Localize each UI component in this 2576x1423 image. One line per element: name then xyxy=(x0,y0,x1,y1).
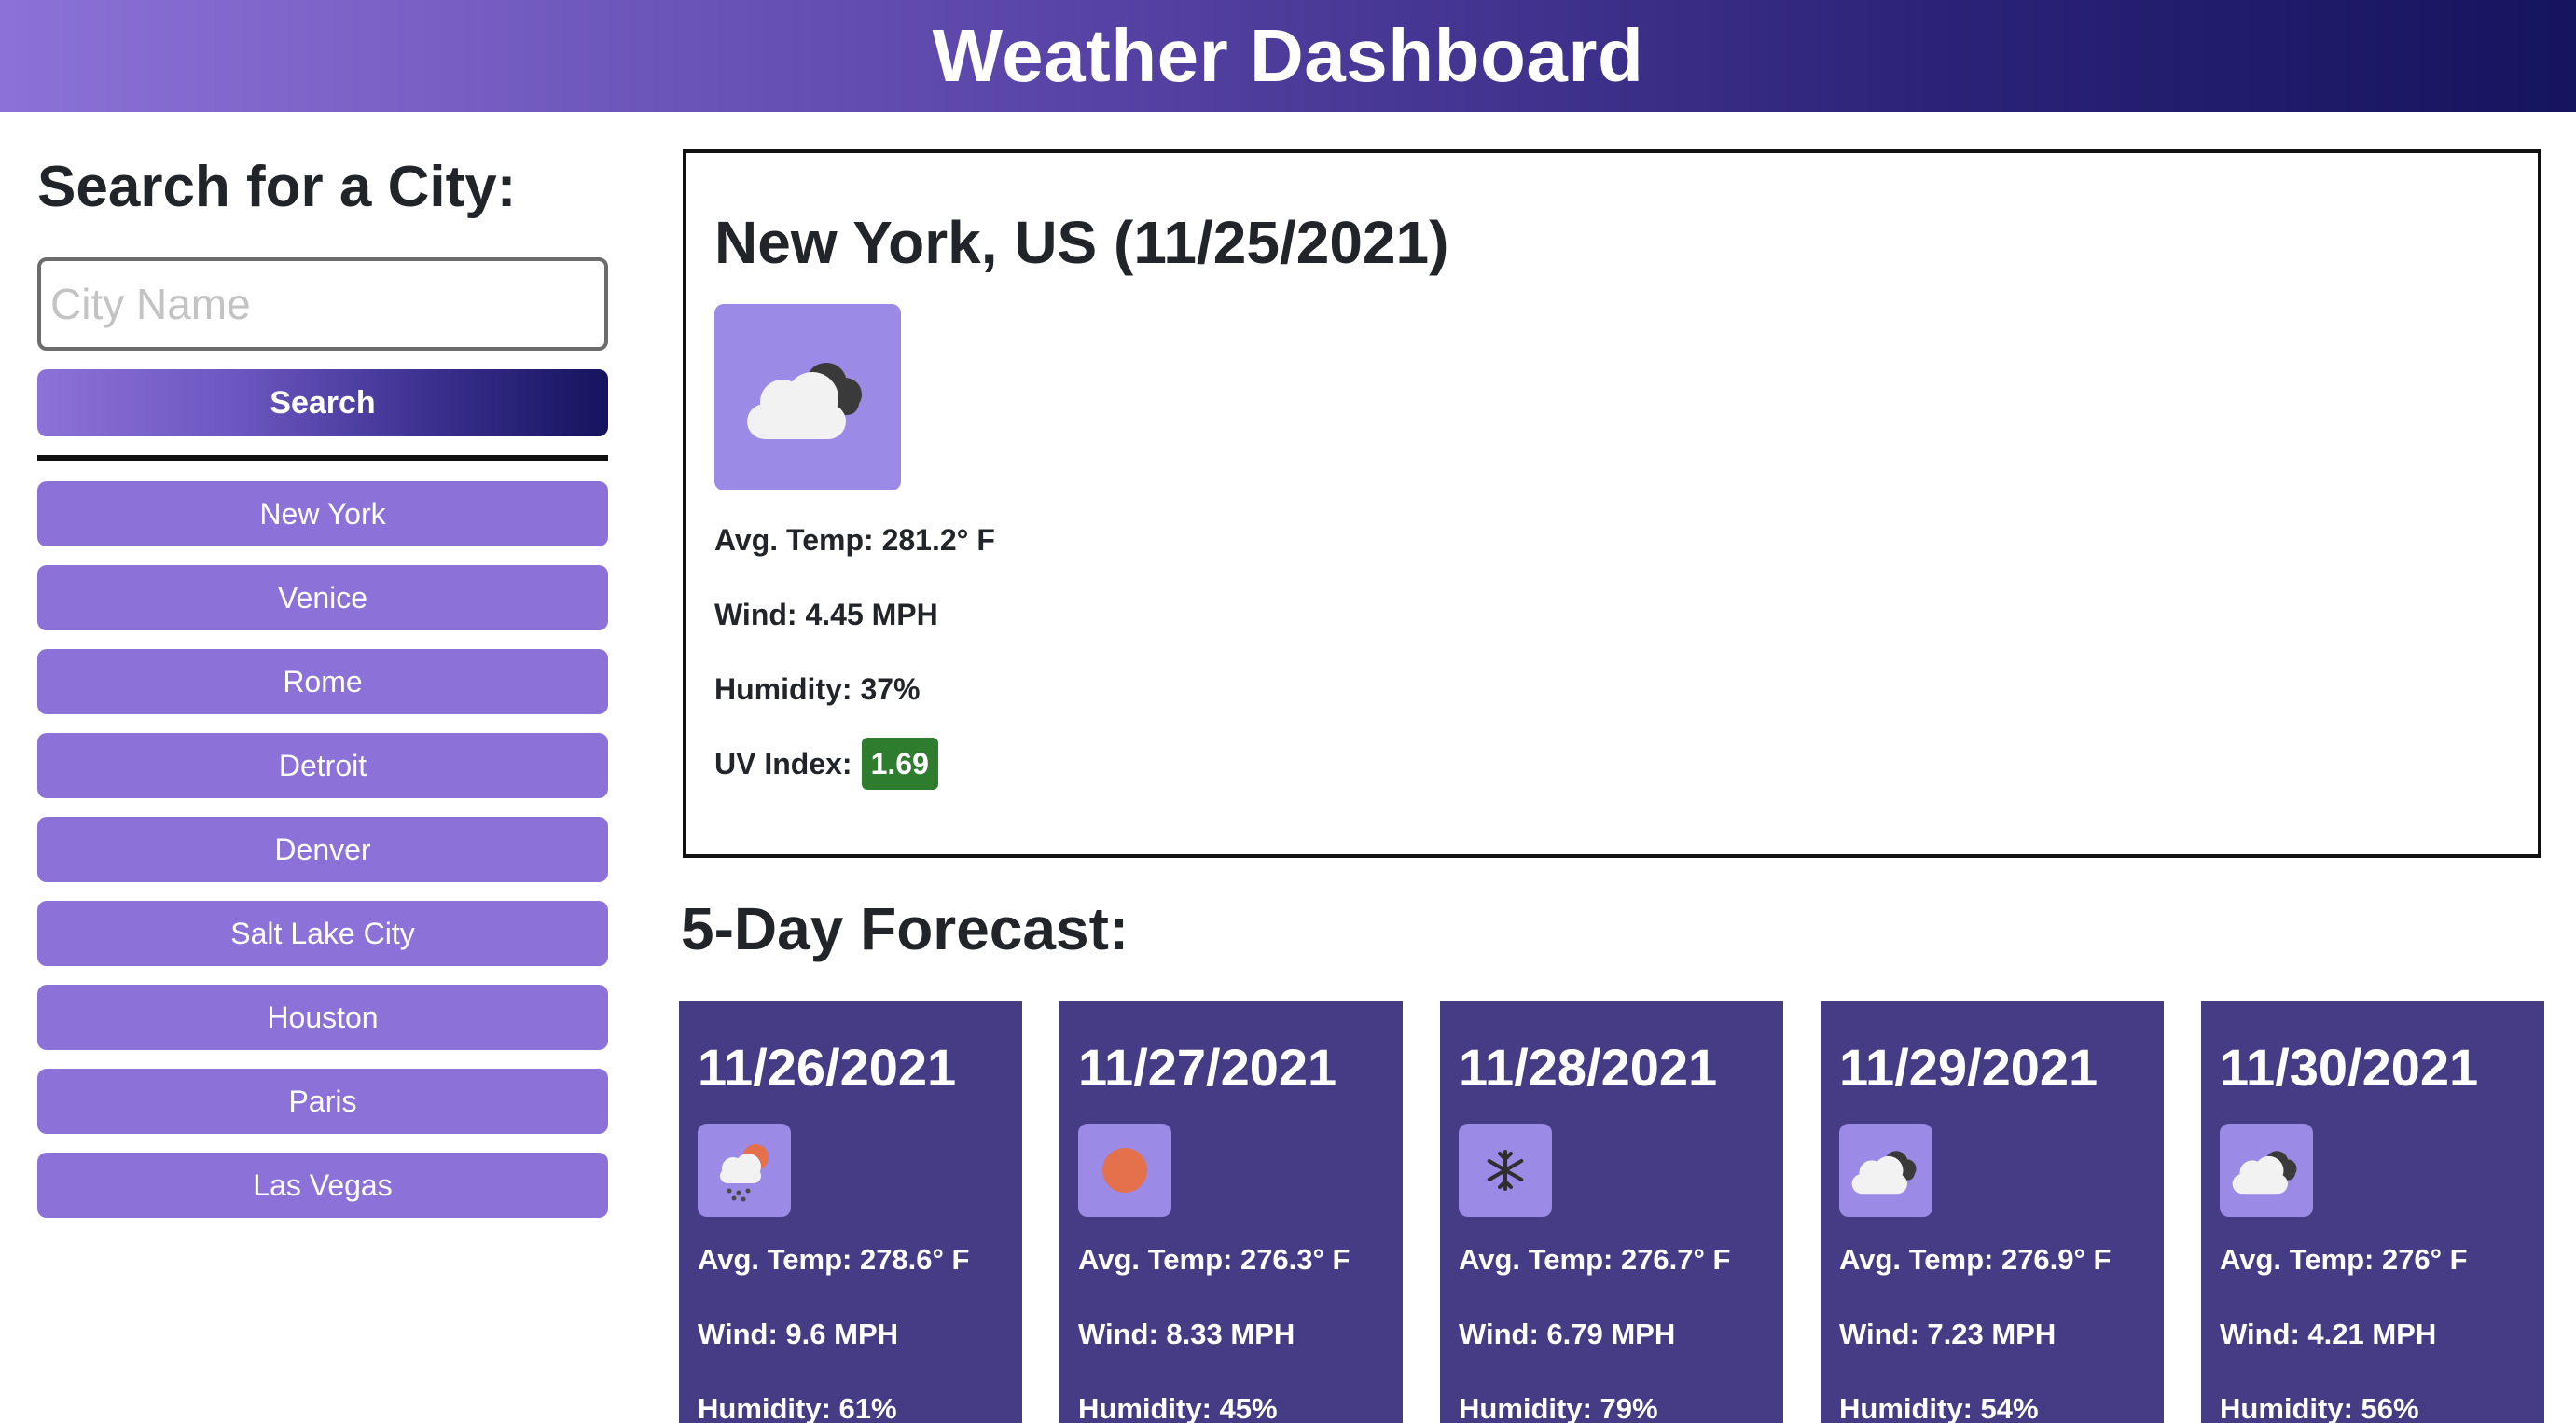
history-item-rome[interactable]: Rome xyxy=(37,649,608,714)
forecast-temp: Avg. Temp: 276° F xyxy=(2220,1243,2468,1276)
snowflake-icon xyxy=(1487,1150,1524,1191)
current-wind: Wind: 4.45 MPH xyxy=(714,598,938,631)
forecast-date: 11/30/2021 xyxy=(2220,1038,2479,1097)
divider xyxy=(37,455,608,461)
cloudy-icon xyxy=(2232,1151,2297,1195)
current-uv: UV Index: 1.69 xyxy=(714,738,2510,790)
forecast-icon-box xyxy=(1078,1124,1171,1217)
forecast-date: 11/28/2021 xyxy=(1459,1038,1718,1097)
forecast-temp: Avg. Temp: 276.7° F xyxy=(1459,1243,1731,1276)
forecast-cards: 11/26/2021 Avg. Temp: 278.6° F Wind: 9.6… xyxy=(679,1001,2544,1423)
forecast-icon-box xyxy=(698,1124,791,1217)
forecast-wind: Wind: 4.21 MPH xyxy=(2220,1318,2437,1350)
forecast-date: 11/29/2021 xyxy=(1839,1038,2098,1097)
forecast-humidity: Humidity: 79% xyxy=(1459,1392,1658,1423)
current-weather-icon-box xyxy=(714,304,901,490)
forecast-temp: Avg. Temp: 276.3° F xyxy=(1078,1243,1350,1276)
history-item-salt-lake-city[interactable]: Salt Lake City xyxy=(37,901,608,966)
forecast-card: 11/28/2021 Avg. Temp: 276.7° F Wind: 6.7… xyxy=(1440,1001,1783,1423)
history-item-denver[interactable]: Denver xyxy=(37,817,608,882)
forecast-icon-box xyxy=(2220,1124,2313,1217)
forecast-card: 11/29/2021 Avg. Temp: 276.9° F Wind: 7.2… xyxy=(1821,1001,2164,1423)
forecast-card: 11/30/2021 Avg. Temp: 276° F Wind: 4.21 … xyxy=(2201,1001,2544,1423)
forecast-wind: Wind: 7.23 MPH xyxy=(1839,1318,2057,1350)
forecast-card: 11/26/2021 Avg. Temp: 278.6° F Wind: 9.6… xyxy=(679,1001,1022,1423)
search-sidebar: Search for a City: Search New York Venic… xyxy=(37,112,608,1236)
search-heading: Search for a City: xyxy=(37,155,517,219)
current-city-title: New York, US (11/25/2021) xyxy=(714,209,1449,276)
cloudy-icon xyxy=(747,363,862,439)
forecast-card: 11/27/2021 Avg. Temp: 276.3° F Wind: 8.3… xyxy=(1059,1001,1403,1423)
forecast-temp: Avg. Temp: 278.6° F xyxy=(698,1243,970,1276)
current-temp: Avg. Temp: 281.2° F xyxy=(714,523,995,557)
app-header: Weather Dashboard xyxy=(0,0,2576,112)
forecast-icon-box xyxy=(1459,1124,1552,1217)
city-search-input[interactable] xyxy=(37,257,608,351)
current-weather-panel: New York, US (11/25/2021) Avg. Temp: 281… xyxy=(683,149,2541,858)
history-item-new-york[interactable]: New York xyxy=(37,481,608,546)
rain-snow-icon xyxy=(720,1144,769,1202)
forecast-date: 11/26/2021 xyxy=(698,1038,957,1097)
forecast-title: 5-Day Forecast: xyxy=(681,895,1129,962)
history-item-houston[interactable]: Houston xyxy=(37,985,608,1050)
uv-index-badge: 1.69 xyxy=(861,738,938,790)
uv-label: UV Index: xyxy=(714,747,852,781)
sun-icon xyxy=(1102,1148,1147,1193)
forecast-temp: Avg. Temp: 276.9° F xyxy=(1839,1243,2112,1276)
forecast-humidity: Humidity: 45% xyxy=(1078,1392,1278,1423)
forecast-humidity: Humidity: 54% xyxy=(1839,1392,2039,1423)
search-history: New York Venice Rome Detroit Denver Salt… xyxy=(37,481,608,1218)
forecast-date: 11/27/2021 xyxy=(1078,1038,1337,1097)
forecast-humidity: Humidity: 56% xyxy=(2220,1392,2419,1423)
forecast-humidity: Humidity: 61% xyxy=(698,1392,897,1423)
forecast-wind: Wind: 6.79 MPH xyxy=(1459,1318,1676,1350)
app-title: Weather Dashboard xyxy=(932,14,1644,97)
cloudy-icon xyxy=(1851,1151,1917,1195)
history-item-venice[interactable]: Venice xyxy=(37,565,608,630)
forecast-wind: Wind: 8.33 MPH xyxy=(1078,1318,1295,1350)
current-humidity: Humidity: 37% xyxy=(714,672,921,706)
forecast-icon-box xyxy=(1839,1124,1932,1217)
forecast-wind: Wind: 9.6 MPH xyxy=(698,1318,899,1350)
history-item-las-vegas[interactable]: Las Vegas xyxy=(37,1153,608,1218)
history-item-detroit[interactable]: Detroit xyxy=(37,733,608,798)
search-button[interactable]: Search xyxy=(37,369,608,436)
history-item-paris[interactable]: Paris xyxy=(37,1069,608,1134)
